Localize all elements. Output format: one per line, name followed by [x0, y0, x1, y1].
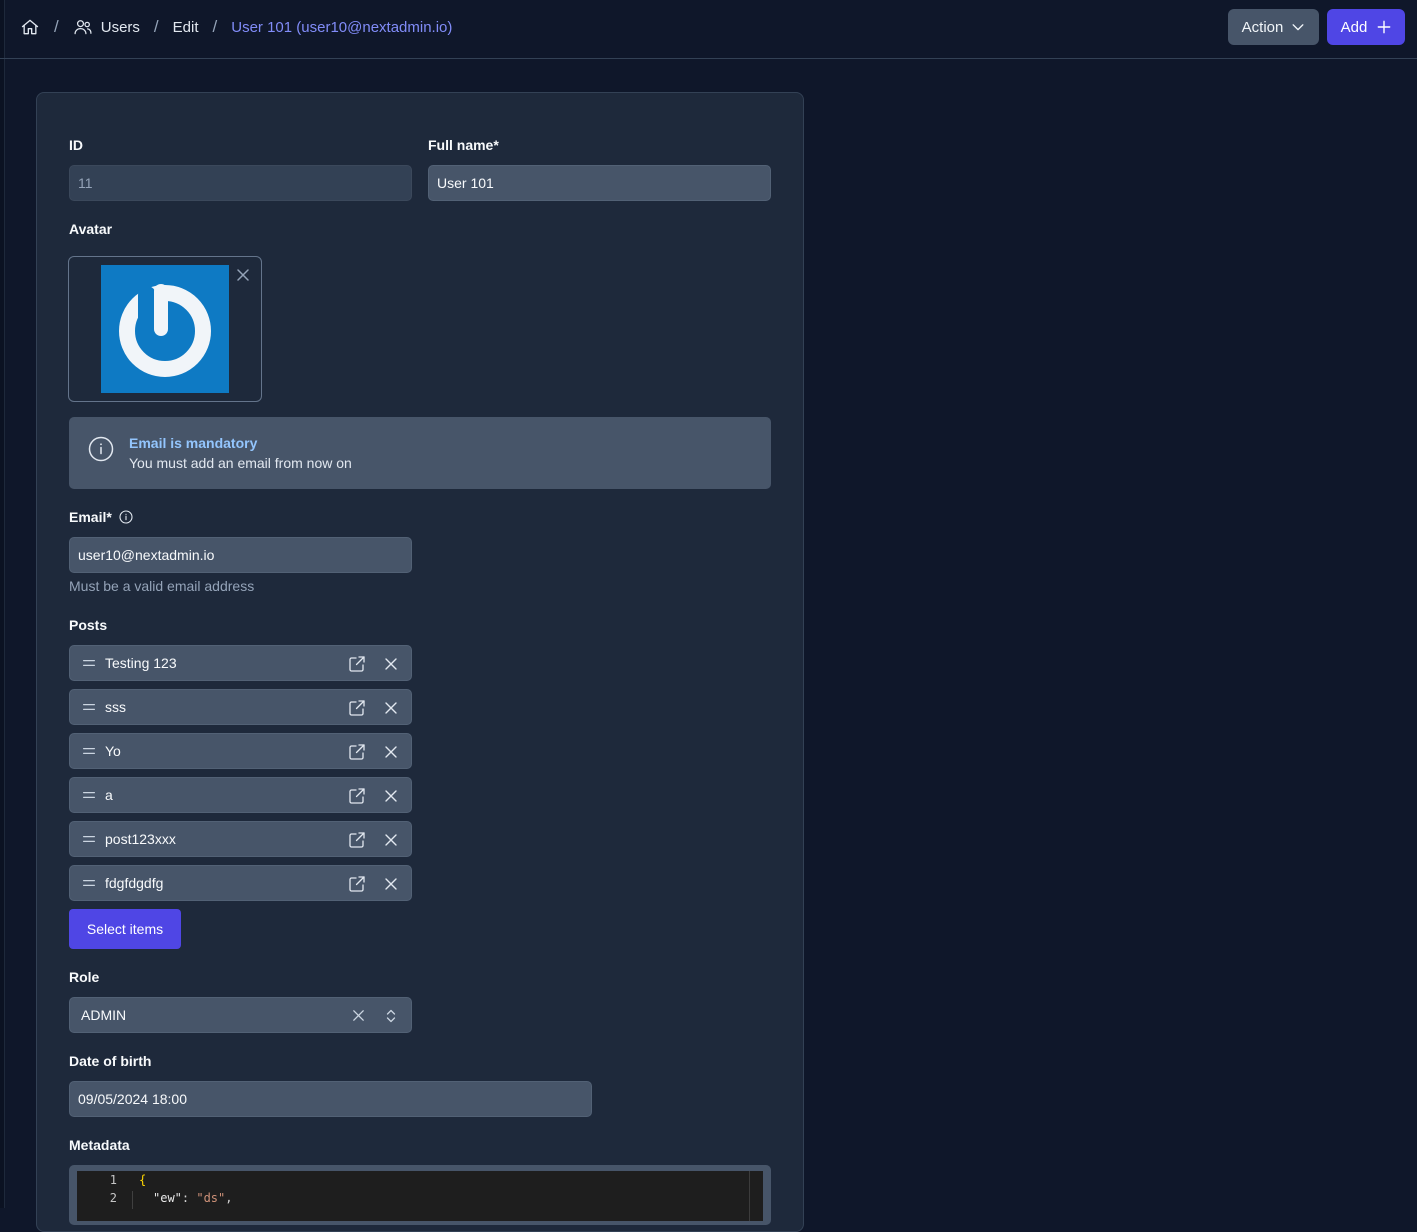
post-item[interactable]: Yo	[69, 733, 412, 769]
code-line-1: {	[139, 1173, 147, 1187]
external-link-icon[interactable]	[348, 655, 366, 673]
post-item[interactable]: post123xxx	[69, 821, 412, 857]
fullname-field[interactable]: User 101	[428, 165, 771, 201]
line-number: 1	[109, 1173, 117, 1187]
avatar-upload[interactable]	[68, 256, 262, 402]
breadcrumb-current: User 101 (user10@nextadmin.io)	[231, 18, 453, 36]
post-item[interactable]: a	[69, 777, 412, 813]
post-title: fdgfdgdfg	[105, 875, 164, 891]
email-value: user10@nextadmin.io	[78, 547, 215, 563]
post-title: a	[105, 787, 113, 803]
select-items-button[interactable]: Select items	[69, 909, 181, 949]
top-bar: / Users / Edit / User 101 (user10@nextad…	[0, 0, 1417, 59]
clear-role-close-icon[interactable]	[351, 1008, 366, 1023]
role-label: Role	[69, 969, 100, 985]
role-select[interactable]: ADMIN	[69, 997, 412, 1033]
dob-field[interactable]: 09/05/2024 18:00	[69, 1081, 592, 1117]
breadcrumb-separator: /	[212, 17, 218, 36]
add-button[interactable]: Add	[1327, 9, 1405, 45]
metadata-editor[interactable]: 1 2 { "ew": "ds",	[69, 1165, 771, 1225]
external-link-icon[interactable]	[348, 831, 366, 849]
post-title: sss	[105, 699, 126, 715]
dob-label: Date of birth	[69, 1053, 152, 1069]
remove-post-close-icon[interactable]	[383, 700, 399, 716]
json-comma: ,	[225, 1191, 233, 1205]
external-link-icon[interactable]	[348, 787, 366, 805]
dob-value: 09/05/2024 18:00	[78, 1091, 187, 1107]
action-button-label: Action	[1241, 18, 1284, 36]
fullname-value: User 101	[437, 175, 494, 191]
remove-avatar-close-icon[interactable]	[235, 267, 251, 283]
users-icon	[73, 17, 93, 37]
external-link-icon[interactable]	[348, 875, 366, 893]
fullname-label: Full name*	[428, 137, 499, 153]
remove-post-close-icon[interactable]	[383, 876, 399, 892]
breadcrumb-separator: /	[153, 17, 159, 36]
post-item[interactable]: sss	[69, 689, 412, 725]
breadcrumb-users-label: Users	[100, 18, 140, 36]
breadcrumb-users[interactable]: Users	[73, 17, 140, 37]
email-info-icon[interactable]	[119, 510, 133, 524]
external-link-icon[interactable]	[348, 743, 366, 761]
role-value: ADMIN	[81, 1007, 127, 1023]
alert-title: Email is mandatory	[129, 435, 258, 451]
drag-handle-icon[interactable]	[83, 704, 95, 710]
remove-post-close-icon[interactable]	[383, 788, 399, 804]
remove-post-close-icon[interactable]	[383, 656, 399, 672]
chevron-down-icon	[1291, 20, 1305, 34]
drag-handle-icon[interactable]	[83, 792, 95, 798]
drag-handle-icon[interactable]	[83, 748, 95, 754]
plus-icon	[1377, 20, 1391, 34]
drag-handle-icon[interactable]	[83, 660, 95, 666]
remove-post-close-icon[interactable]	[383, 832, 399, 848]
json-key: "ew"	[153, 1191, 182, 1205]
action-button[interactable]: Action	[1228, 9, 1319, 45]
id-field: 11	[69, 165, 412, 201]
post-title: Yo	[105, 743, 121, 759]
alert-text: You must add an email from now on	[129, 455, 352, 471]
email-field[interactable]: user10@nextadmin.io	[69, 537, 412, 573]
home-icon[interactable]	[20, 17, 40, 37]
post-title: Testing 123	[105, 655, 177, 671]
indent-guide	[132, 1191, 133, 1209]
breadcrumb-edit[interactable]: Edit	[173, 19, 199, 36]
line-number: 2	[109, 1191, 117, 1205]
code-editor[interactable]: 1 2 { "ew": "ds",	[77, 1171, 763, 1221]
id-value: 11	[78, 175, 93, 191]
drag-handle-icon[interactable]	[83, 880, 95, 886]
json-value: "ds"	[196, 1191, 226, 1205]
breadcrumb-separator: /	[54, 17, 59, 36]
avatar-label: Avatar	[69, 221, 113, 237]
editor-scrollbar[interactable]	[749, 1171, 750, 1221]
breadcrumb: / Users / Edit / User 101 (user10@nextad…	[20, 16, 452, 38]
metadata-label: Metadata	[69, 1137, 130, 1153]
email-label: Email*	[69, 509, 112, 525]
id-label: ID	[69, 137, 83, 153]
posts-label: Posts	[69, 617, 108, 633]
add-button-label: Add	[1340, 18, 1368, 36]
json-colon: :	[181, 1191, 197, 1205]
avatar-image	[101, 265, 229, 393]
chevron-updown-icon[interactable]	[384, 1007, 398, 1025]
email-help-text: Must be a valid email address	[69, 578, 255, 594]
post-item[interactable]: fdgfdgdfg	[69, 865, 412, 901]
external-link-icon[interactable]	[348, 699, 366, 717]
email-mandatory-alert: Email is mandatory You must add an email…	[69, 417, 771, 489]
info-icon	[88, 436, 114, 462]
post-title: post123xxx	[105, 831, 176, 847]
remove-post-close-icon[interactable]	[383, 744, 399, 760]
code-line-2: "ew": "ds",	[153, 1191, 233, 1205]
post-item[interactable]: Testing 123	[69, 645, 412, 681]
sidebar-edge	[0, 0, 5, 1208]
drag-handle-icon[interactable]	[83, 836, 95, 842]
